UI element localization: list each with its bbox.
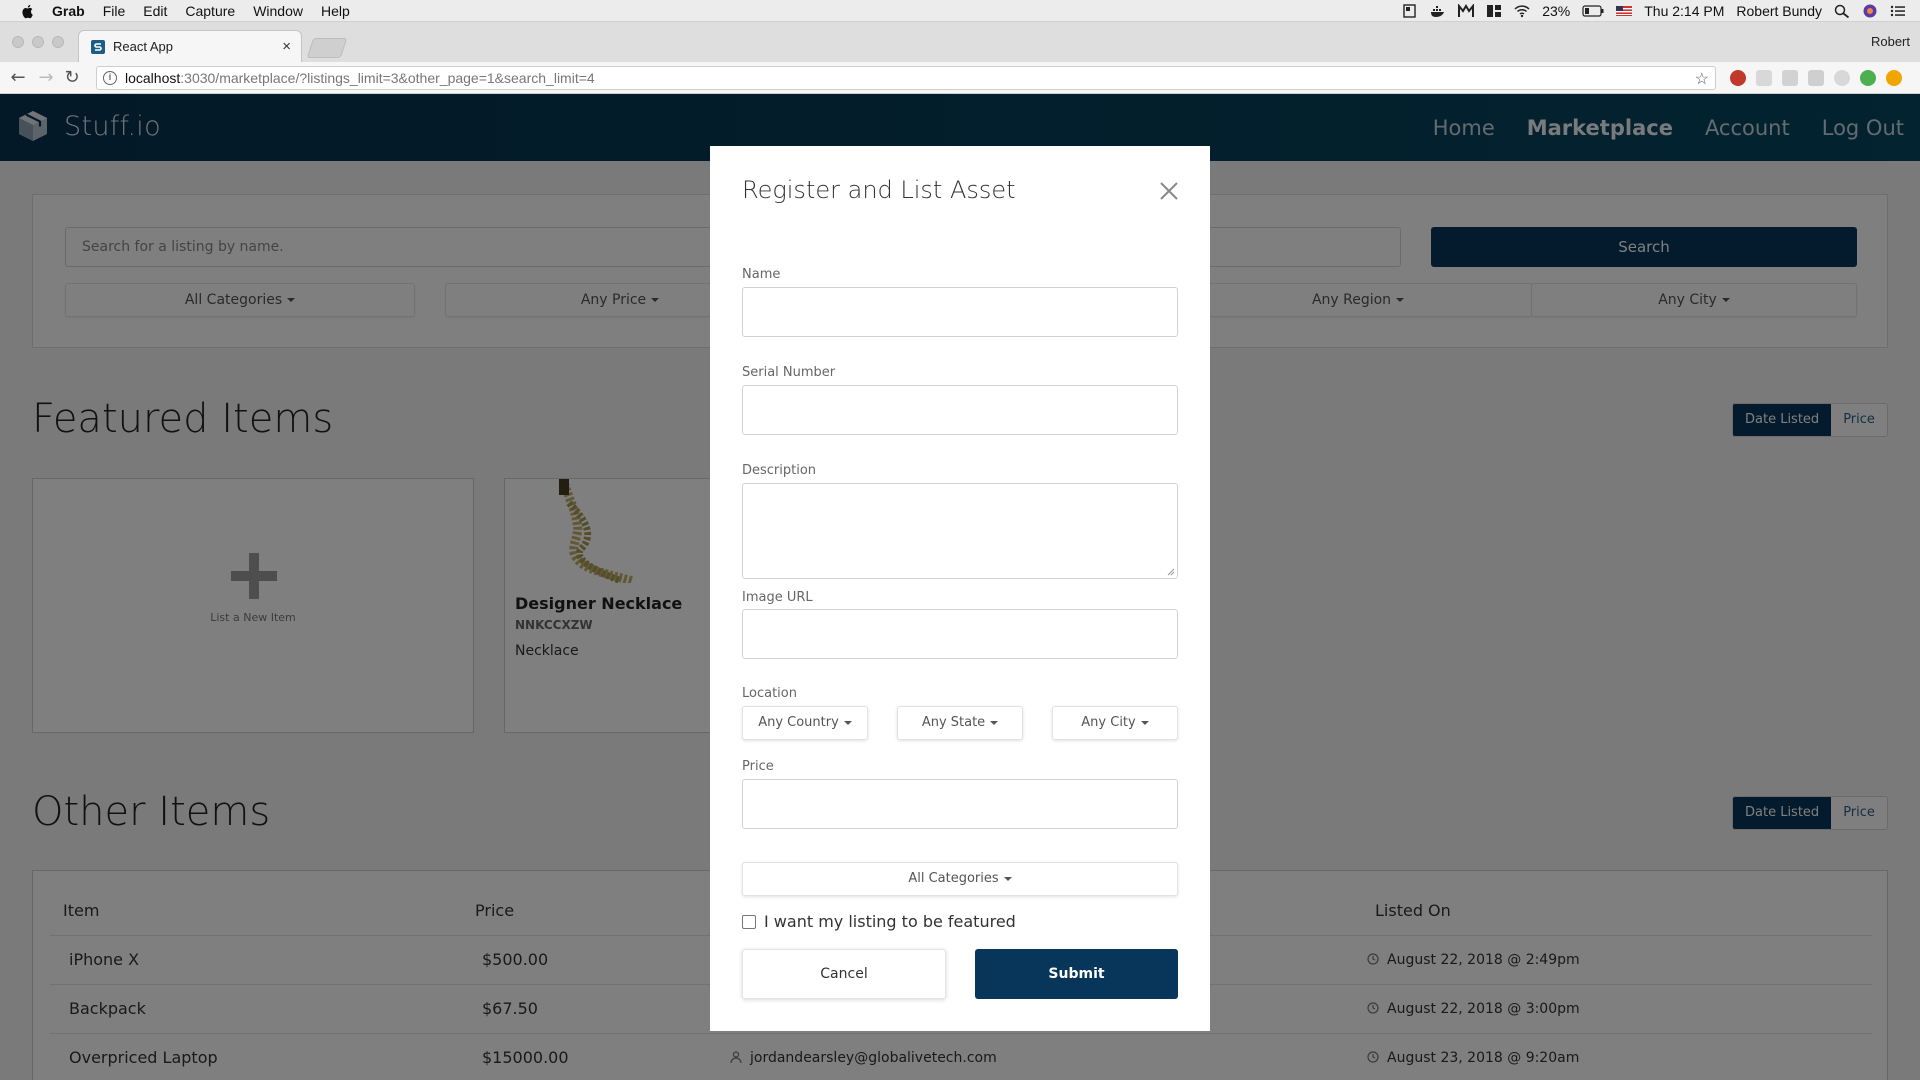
extension-icon[interactable] [1860, 70, 1876, 86]
browser-toolbar: ← → ↻ i localhost:3030/marketplace/?list… [0, 62, 1920, 94]
resize-grip-icon[interactable] [1167, 568, 1175, 576]
price-label: Price [742, 759, 774, 774]
new-tab-button[interactable] [306, 38, 348, 58]
menu-capture[interactable]: Capture [185, 3, 235, 19]
notification-center-icon[interactable] [1890, 4, 1906, 18]
submit-button[interactable]: Submit [975, 949, 1178, 999]
address-bar[interactable]: i localhost:3030/marketplace/?listings_l… [96, 66, 1716, 90]
url-path: :3030/marketplace/?listings_limit=3&othe… [180, 70, 595, 86]
price-field[interactable] [742, 779, 1178, 829]
name-field[interactable] [742, 287, 1178, 337]
menu-window[interactable]: Window [253, 3, 303, 19]
wifi-icon[interactable] [1514, 4, 1530, 18]
battery-percent: 23% [1542, 3, 1571, 19]
ublock-extension-icon[interactable] [1730, 70, 1746, 86]
extension-icon[interactable] [1808, 70, 1824, 86]
apple-icon[interactable] [20, 3, 36, 19]
description-textarea[interactable] [742, 483, 1178, 579]
location-label: Location [742, 686, 797, 701]
city-dropdown[interactable]: Any City [1052, 706, 1178, 740]
back-arrow-icon[interactable]: ← [8, 68, 28, 88]
serial-number-label: Serial Number [742, 365, 836, 380]
menubar-clock[interactable]: Thu 2:14 PM [1644, 3, 1724, 19]
docker-icon[interactable] [1430, 4, 1446, 18]
state-dropdown[interactable]: Any State [897, 706, 1023, 740]
menu-app-name[interactable]: Grab [52, 3, 85, 19]
description-label: Description [742, 463, 817, 478]
close-window-button[interactable] [12, 36, 24, 48]
country-dropdown[interactable]: Any Country [742, 706, 868, 740]
favicon-icon [91, 39, 105, 54]
site-info-icon[interactable]: i [103, 71, 117, 85]
featured-checkbox-label[interactable]: I want my listing to be featured [764, 912, 1016, 931]
siri-icon[interactable] [1862, 4, 1878, 18]
zoom-window-button[interactable] [52, 36, 64, 48]
register-asset-modal: Register and List Asset Name Serial Numb… [710, 146, 1210, 1031]
extension-icon[interactable] [1782, 70, 1798, 86]
serial-number-field[interactable] [742, 385, 1178, 435]
flag-us-icon[interactable] [1616, 4, 1633, 18]
cancel-button[interactable]: Cancel [742, 949, 946, 999]
image-url-field[interactable] [742, 609, 1178, 659]
m-app-icon[interactable] [1458, 4, 1475, 18]
menubar-user[interactable]: Robert Bundy [1736, 3, 1822, 19]
minimize-window-button[interactable] [32, 36, 44, 48]
featured-checkbox[interactable] [742, 914, 756, 929]
extension-icon[interactable] [1756, 70, 1772, 86]
name-label: Name [742, 267, 781, 282]
bookmark-star-icon[interactable]: ☆ [1695, 69, 1709, 89]
browser-tab[interactable]: React App × [78, 30, 302, 62]
category-dropdown[interactable]: All Categories [742, 862, 1178, 896]
close-icon[interactable] [1158, 180, 1180, 202]
forward-arrow-icon[interactable]: → [36, 68, 56, 88]
notes-icon[interactable] [1402, 4, 1418, 18]
grid-app-icon[interactable] [1486, 4, 1502, 18]
image-url-label: Image URL [742, 590, 813, 605]
battery-icon[interactable] [1582, 4, 1604, 18]
menu-file[interactable]: File [103, 3, 126, 19]
browser-tab-strip: React App × Robert [0, 22, 1920, 62]
menu-bar: Grab File Edit Capture Window Help 23% T… [0, 0, 1920, 22]
modal-title: Register and List Asset [742, 176, 1016, 204]
tab-title: React App [113, 39, 173, 54]
url-host: localhost [125, 70, 181, 86]
tab-close-icon[interactable]: × [282, 38, 291, 55]
menu-edit[interactable]: Edit [143, 3, 167, 19]
menu-help[interactable]: Help [321, 3, 350, 19]
window-controls [12, 36, 64, 48]
extension-icon[interactable] [1834, 70, 1850, 86]
spotlight-search-icon[interactable] [1834, 4, 1850, 18]
browser-profile[interactable]: Robert [1871, 34, 1910, 49]
featured-checkbox-row[interactable]: I want my listing to be featured [742, 912, 1016, 931]
chrome-menu-icon[interactable] [1886, 70, 1902, 86]
reload-icon[interactable]: ↻ [62, 68, 82, 88]
